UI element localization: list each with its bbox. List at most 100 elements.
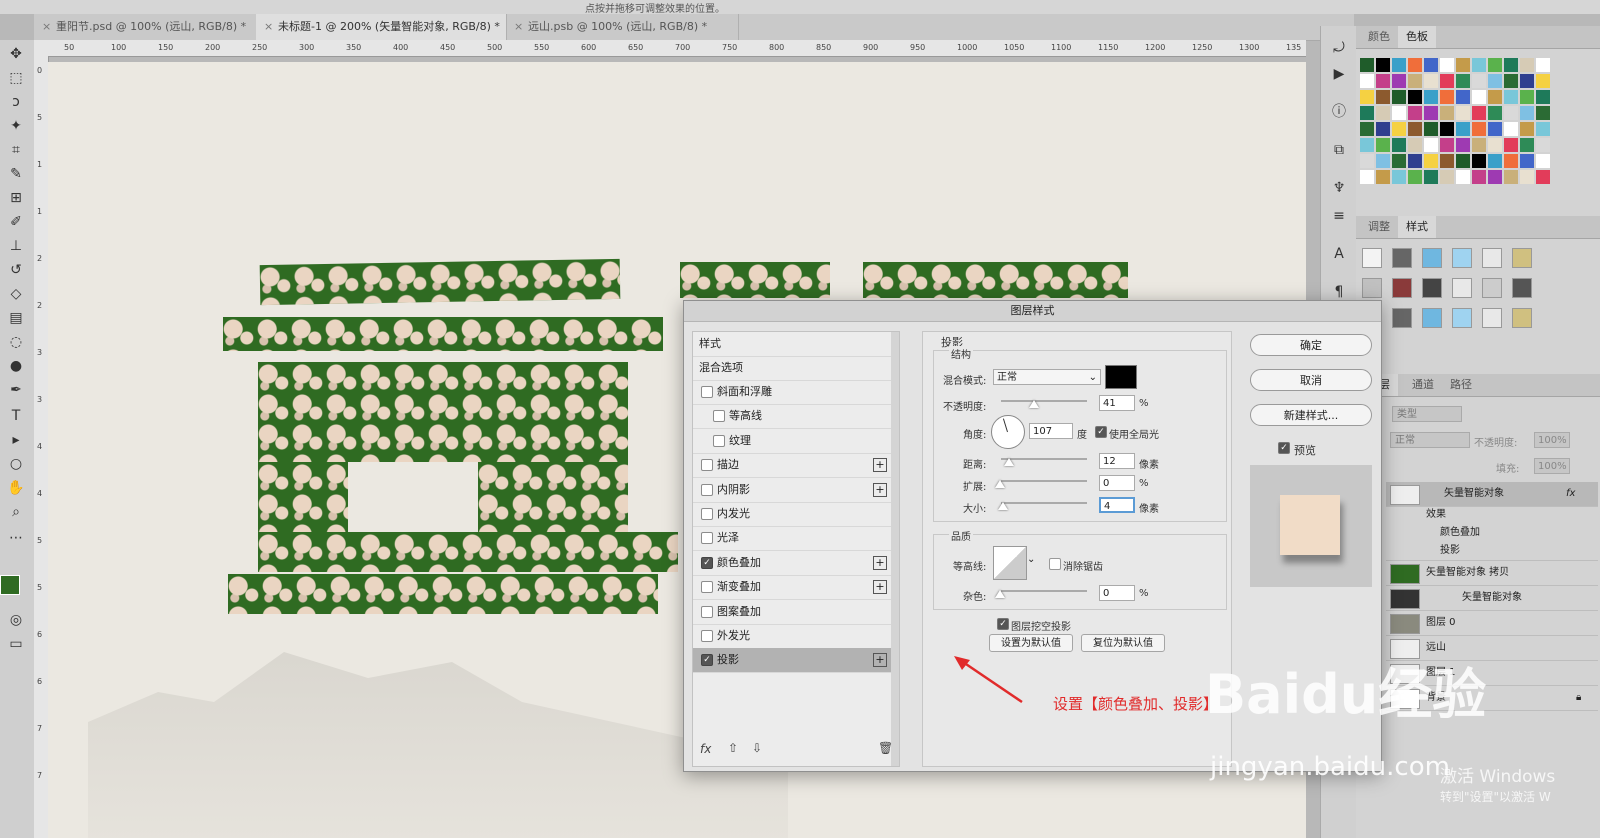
color-swatch[interactable] bbox=[1440, 122, 1454, 136]
effect-drop-shadow-row[interactable]: 投影 bbox=[1386, 542, 1598, 561]
style-preset[interactable] bbox=[1512, 278, 1532, 298]
add-effect-icon[interactable]: + bbox=[873, 653, 887, 668]
color-swatch[interactable] bbox=[1440, 138, 1454, 152]
tab-paths[interactable]: 路径 bbox=[1442, 374, 1480, 396]
style-item-checkbox[interactable] bbox=[701, 508, 713, 520]
style-item-checkbox[interactable] bbox=[701, 483, 713, 496]
style-preset[interactable] bbox=[1422, 278, 1442, 298]
style-preset[interactable] bbox=[1392, 278, 1412, 298]
tab-color[interactable]: 颜色 bbox=[1360, 26, 1398, 48]
noise-field[interactable]: 0 bbox=[1099, 585, 1135, 601]
tab-adjustments[interactable]: 调整 bbox=[1360, 216, 1398, 238]
color-swatch[interactable] bbox=[1360, 122, 1374, 136]
properties-icon[interactable]: ≡ bbox=[1329, 206, 1349, 226]
spread-slider-handle[interactable] bbox=[995, 480, 1005, 488]
color-swatch[interactable] bbox=[1424, 74, 1438, 88]
color-swatch[interactable] bbox=[1504, 122, 1518, 136]
color-swatch[interactable] bbox=[1536, 138, 1550, 152]
new-style-button[interactable]: 新建样式... bbox=[1250, 404, 1372, 426]
style-item[interactable]: 图案叠加 bbox=[693, 600, 891, 625]
color-swatch[interactable] bbox=[1504, 138, 1518, 152]
style-item[interactable]: ✓ 颜色叠加 + bbox=[693, 551, 891, 576]
healing-brush-icon[interactable]: ⊞ bbox=[5, 188, 27, 208]
global-light-checkbox[interactable]: ✓ bbox=[1095, 426, 1107, 438]
color-swatch[interactable] bbox=[1392, 106, 1406, 120]
color-swatch[interactable] bbox=[1456, 122, 1470, 136]
tab-yuanshan[interactable]: × 远山.psb @ 100% (远山, RGB/8) * bbox=[506, 14, 739, 40]
color-swatch[interactable] bbox=[1408, 122, 1422, 136]
dodge-tool-icon[interactable]: ● bbox=[5, 356, 27, 376]
opacity-slider-handle[interactable] bbox=[1029, 400, 1039, 408]
layer-opacity-field[interactable]: 100% bbox=[1534, 432, 1570, 448]
color-swatch[interactable] bbox=[1536, 154, 1550, 168]
color-swatch[interactable] bbox=[1424, 138, 1438, 152]
style-preset[interactable] bbox=[1452, 248, 1472, 268]
crop-tool-icon[interactable]: ⌗ bbox=[5, 140, 27, 160]
magic-wand-icon[interactable]: ✦ bbox=[5, 116, 27, 136]
style-item-checkbox[interactable] bbox=[701, 605, 713, 618]
color-swatch[interactable] bbox=[1472, 74, 1486, 88]
move-tool-icon[interactable]: ✥ bbox=[5, 44, 27, 64]
pen-tool-icon[interactable]: ✒ bbox=[5, 380, 27, 400]
layer-filter-select[interactable]: 类型 bbox=[1392, 406, 1462, 422]
style-item[interactable]: 描边 + bbox=[693, 453, 891, 479]
style-preset[interactable] bbox=[1362, 278, 1382, 298]
color-swatch[interactable] bbox=[1440, 58, 1454, 72]
color-swatch[interactable] bbox=[1472, 138, 1486, 152]
angle-field[interactable]: 107 bbox=[1029, 423, 1073, 439]
color-swatch[interactable] bbox=[1456, 90, 1470, 104]
gradient-tool-icon[interactable]: ▤ bbox=[5, 308, 27, 328]
style-item[interactable]: 内阴影 + bbox=[693, 478, 891, 503]
stamp-tool-icon[interactable]: ⊥ bbox=[5, 236, 27, 256]
style-item[interactable]: 斜面和浮雕 bbox=[693, 380, 891, 405]
color-swatch[interactable] bbox=[1472, 90, 1486, 104]
shape-tool-icon[interactable]: ○ bbox=[5, 454, 27, 474]
color-swatch[interactable] bbox=[1360, 58, 1374, 72]
foreground-color-swatch[interactable] bbox=[0, 575, 20, 595]
style-preset[interactable] bbox=[1512, 308, 1532, 328]
color-swatch[interactable] bbox=[1536, 122, 1550, 136]
color-swatch[interactable] bbox=[1376, 74, 1390, 88]
effect-color-overlay-row[interactable]: 颜色叠加 bbox=[1386, 524, 1598, 542]
color-swatch[interactable] bbox=[1392, 122, 1406, 136]
color-swatch[interactable] bbox=[1376, 170, 1390, 184]
color-swatch[interactable] bbox=[1456, 138, 1470, 152]
styles-header[interactable]: 样式 bbox=[693, 332, 891, 357]
trash-icon[interactable]: 🗑︎ bbox=[878, 741, 893, 755]
path-select-icon[interactable]: ▸ bbox=[5, 430, 27, 450]
color-swatch[interactable] bbox=[1456, 74, 1470, 88]
style-preset[interactable] bbox=[1452, 308, 1472, 328]
reset-default-button[interactable]: 复位为默认值 bbox=[1081, 634, 1165, 652]
color-swatch[interactable] bbox=[1472, 170, 1486, 184]
preview-checkbox[interactable]: ✓ bbox=[1278, 442, 1290, 454]
color-swatch[interactable] bbox=[1360, 138, 1374, 152]
style-preset[interactable] bbox=[1482, 308, 1502, 328]
actions-play-icon[interactable]: ▶ bbox=[1329, 64, 1349, 84]
color-swatch[interactable] bbox=[1488, 154, 1502, 168]
add-effect-icon[interactable]: + bbox=[873, 482, 887, 497]
color-swatch[interactable] bbox=[1408, 138, 1422, 152]
tab-chongyang[interactable]: × 重阳节.psd @ 100% (远山, RGB/8) * bbox=[34, 14, 257, 40]
color-swatch[interactable] bbox=[1376, 90, 1390, 104]
style-item-checkbox[interactable] bbox=[701, 581, 713, 594]
color-swatch[interactable] bbox=[1488, 106, 1502, 120]
size-slider-handle[interactable] bbox=[998, 502, 1008, 510]
color-swatch[interactable] bbox=[1392, 154, 1406, 168]
style-preset[interactable] bbox=[1422, 308, 1442, 328]
color-swatch[interactable] bbox=[1408, 90, 1422, 104]
color-swatch[interactable] bbox=[1424, 170, 1438, 184]
layer-fill-field[interactable]: 100% bbox=[1534, 458, 1570, 474]
style-preset[interactable] bbox=[1482, 248, 1502, 268]
layer-row-layer0[interactable]: 图层 0 bbox=[1386, 611, 1598, 636]
knockout-checkbox[interactable]: ✓ bbox=[997, 618, 1009, 630]
fx-badge[interactable]: fx bbox=[1566, 482, 1575, 506]
color-swatch[interactable] bbox=[1408, 74, 1422, 88]
character-icon[interactable]: A bbox=[1329, 244, 1349, 264]
add-effect-icon[interactable]: + bbox=[873, 458, 887, 473]
tab-styles[interactable]: 样式 bbox=[1398, 216, 1436, 238]
move-down-icon[interactable]: ⇩ bbox=[752, 741, 762, 755]
size-slider[interactable] bbox=[1001, 502, 1087, 504]
color-swatch[interactable] bbox=[1376, 138, 1390, 152]
color-swatch[interactable] bbox=[1472, 106, 1486, 120]
color-swatch[interactable] bbox=[1376, 58, 1390, 72]
